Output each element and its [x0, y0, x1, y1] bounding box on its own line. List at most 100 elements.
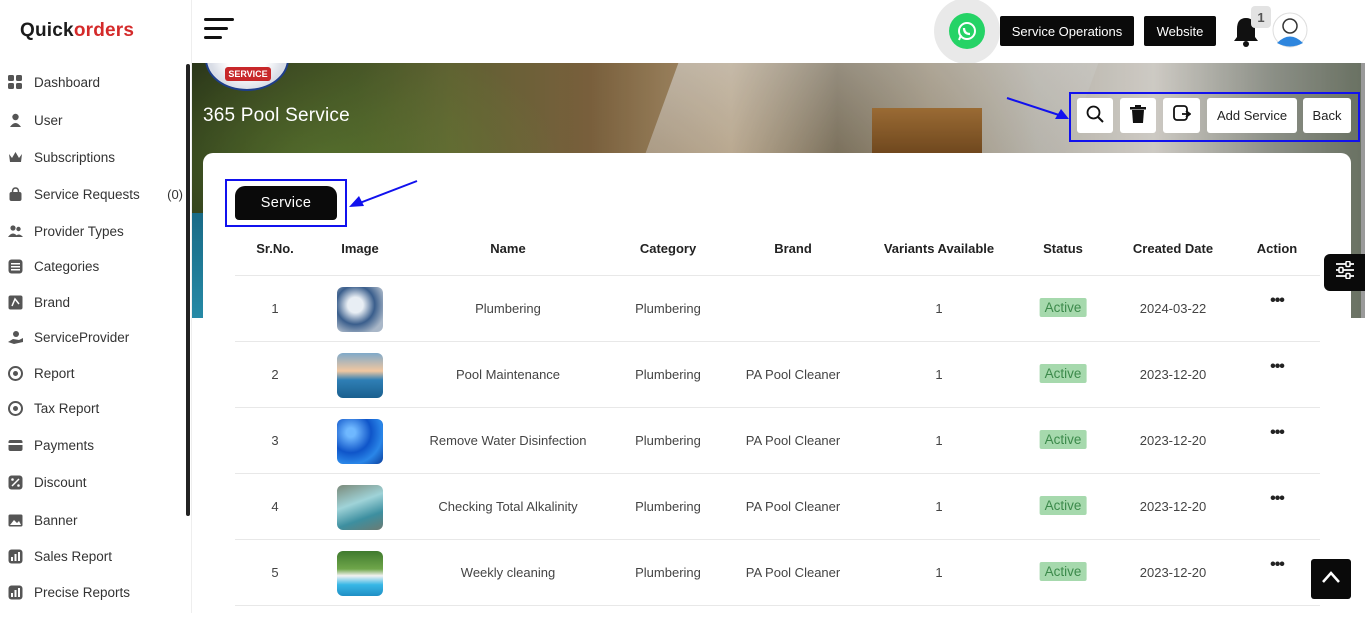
sidebar-item-label: Brand: [34, 294, 71, 310]
column-header-status: Status: [1043, 241, 1083, 256]
cell-variants: 1: [935, 565, 943, 580]
row-actions-icon[interactable]: •••: [1270, 556, 1285, 574]
row-actions-icon[interactable]: •••: [1270, 424, 1285, 442]
sidebar-item-subscriptions[interactable]: Subscriptions: [0, 142, 186, 172]
logo-text-orders: orders: [73, 20, 135, 41]
tab-service[interactable]: Service: [235, 186, 337, 220]
row-actions-icon[interactable]: •••: [1270, 292, 1285, 310]
sidebar-item-dashboard[interactable]: Dashboard: [0, 67, 186, 97]
cell-created-date: 2023-12-20: [1139, 565, 1207, 580]
table-divider: [235, 605, 1320, 606]
sidebar-item-user[interactable]: User: [0, 105, 186, 135]
sidebar-item-brand[interactable]: Brand: [0, 287, 186, 317]
sidebar-item-sales-report[interactable]: Sales Report: [0, 541, 186, 571]
table-row: 4 Checking Total Alkalinity Plumbering P…: [235, 473, 1320, 539]
add-service-button[interactable]: Add Service: [1207, 98, 1297, 133]
column-header-srno: Sr.No.: [256, 241, 294, 256]
cell-category: Plumbering: [635, 433, 701, 448]
menu-toggle-icon[interactable]: [204, 18, 236, 44]
delete-button[interactable]: [1120, 98, 1156, 133]
sidebar-item-service-requests[interactable]: Service Requests (0): [0, 179, 186, 209]
cell-srno: 5: [271, 565, 279, 580]
table-row: 2 Pool Maintenance Plumbering PA Pool Cl…: [235, 341, 1320, 407]
whatsapp-button[interactable]: [934, 0, 1000, 64]
sidebar-item-serviceprovider[interactable]: ServiceProvider: [0, 322, 186, 352]
sidebar-item-label: Subscriptions: [34, 149, 116, 165]
whatsapp-icon: [949, 13, 985, 49]
cell-category: Plumbering: [635, 565, 701, 580]
search-button[interactable]: [1077, 98, 1113, 133]
column-header-name: Name: [490, 241, 526, 256]
back-button[interactable]: Back: [1303, 98, 1351, 133]
filter-settings-button[interactable]: [1324, 254, 1365, 291]
avatar[interactable]: [1272, 12, 1308, 48]
image-icon: [8, 513, 23, 528]
report-icon: [8, 365, 23, 381]
sidebar-item-label: Report: [34, 365, 75, 381]
table-row: 3 Remove Water Disinfection Plumbering P…: [235, 407, 1320, 473]
list-icon: [8, 259, 23, 274]
cell-srno: 4: [271, 499, 279, 514]
dashboard-icon: [8, 74, 23, 90]
annotation-arrow-actions: [1006, 97, 1069, 119]
service-image[interactable]: [337, 485, 383, 530]
column-header-created-date: Created Date: [1132, 241, 1214, 256]
crown-icon: [8, 150, 23, 165]
sidebar-scrollbar[interactable]: [186, 64, 190, 516]
sidebar-item-label: Dashboard: [34, 74, 101, 90]
hand-icon: [8, 330, 23, 345]
cell-srno: 1: [271, 301, 279, 316]
sidebar-item-label: Payments: [34, 437, 95, 453]
service-image[interactable]: [337, 419, 383, 464]
status-badge: Active: [1039, 298, 1087, 317]
scroll-to-top-button[interactable]: [1311, 559, 1351, 599]
sidebar-item-label: Tax Report: [34, 400, 100, 416]
cell-created-date: 2024-03-22: [1139, 301, 1207, 316]
annotation-arrow-tab: [349, 180, 418, 207]
row-actions-icon[interactable]: •••: [1270, 358, 1285, 376]
service-image[interactable]: [337, 287, 383, 332]
status-badge: Active: [1039, 562, 1087, 581]
service-image[interactable]: [337, 551, 383, 596]
status-badge: Active: [1039, 430, 1087, 449]
sliders-icon: [1335, 260, 1355, 284]
trash-icon: [1130, 105, 1146, 126]
status-badge: Active: [1039, 364, 1087, 383]
cell-brand: PA Pool Cleaner: [745, 565, 841, 580]
logo-text-quick: Quick: [20, 20, 74, 41]
sidebar-item-provider-types[interactable]: Provider Types: [0, 216, 186, 246]
sidebar-item-categories[interactable]: Categories: [0, 251, 186, 281]
sidebar-item-discount[interactable]: Discount: [0, 467, 186, 497]
cell-srno: 2: [271, 367, 279, 382]
sidebar-item-label: Banner: [34, 512, 78, 528]
column-header-variants: Variants Available: [883, 241, 995, 256]
sidebar-item-payments[interactable]: Payments: [0, 430, 186, 460]
cell-created-date: 2023-12-20: [1139, 499, 1207, 514]
cell-name: Pool Maintenance: [455, 367, 561, 382]
notification-badge: 1: [1251, 6, 1271, 28]
column-header-brand: Brand: [774, 241, 812, 256]
sidebar-item-label: ServiceProvider: [34, 329, 130, 345]
sidebar-item-label: User: [34, 112, 63, 128]
quickorders-logo[interactable]: Quickorders: [20, 20, 134, 42]
sidebar-item-tax-report[interactable]: Tax Report: [0, 393, 186, 423]
sidebar-item-banner[interactable]: Banner: [0, 505, 186, 535]
cell-variants: 1: [935, 433, 943, 448]
page-title: 365 Pool Service: [203, 105, 350, 126]
column-header-action: Action: [1256, 241, 1298, 256]
sidebar-item-report[interactable]: Report: [0, 358, 186, 388]
website-button[interactable]: Website: [1144, 16, 1216, 46]
cell-name: Remove Water Disinfection: [429, 433, 587, 448]
sidebar-item-precise-reports[interactable]: Precise Reports: [0, 577, 186, 607]
precise-report-icon: [8, 585, 23, 600]
sidebar-item-label: Precise Reports: [34, 584, 131, 600]
tax-report-icon: [8, 400, 23, 416]
topbar: Service Operations Website 1: [192, 0, 1365, 64]
import-button[interactable]: [1163, 98, 1200, 133]
logo-tag: SERVICE: [225, 67, 271, 81]
service-image[interactable]: [337, 353, 383, 398]
service-operations-button[interactable]: Service Operations: [1000, 16, 1134, 46]
cell-name: Plumbering: [475, 301, 541, 316]
row-actions-icon[interactable]: •••: [1270, 490, 1285, 508]
sidebar-item-label: Categories: [34, 258, 100, 274]
